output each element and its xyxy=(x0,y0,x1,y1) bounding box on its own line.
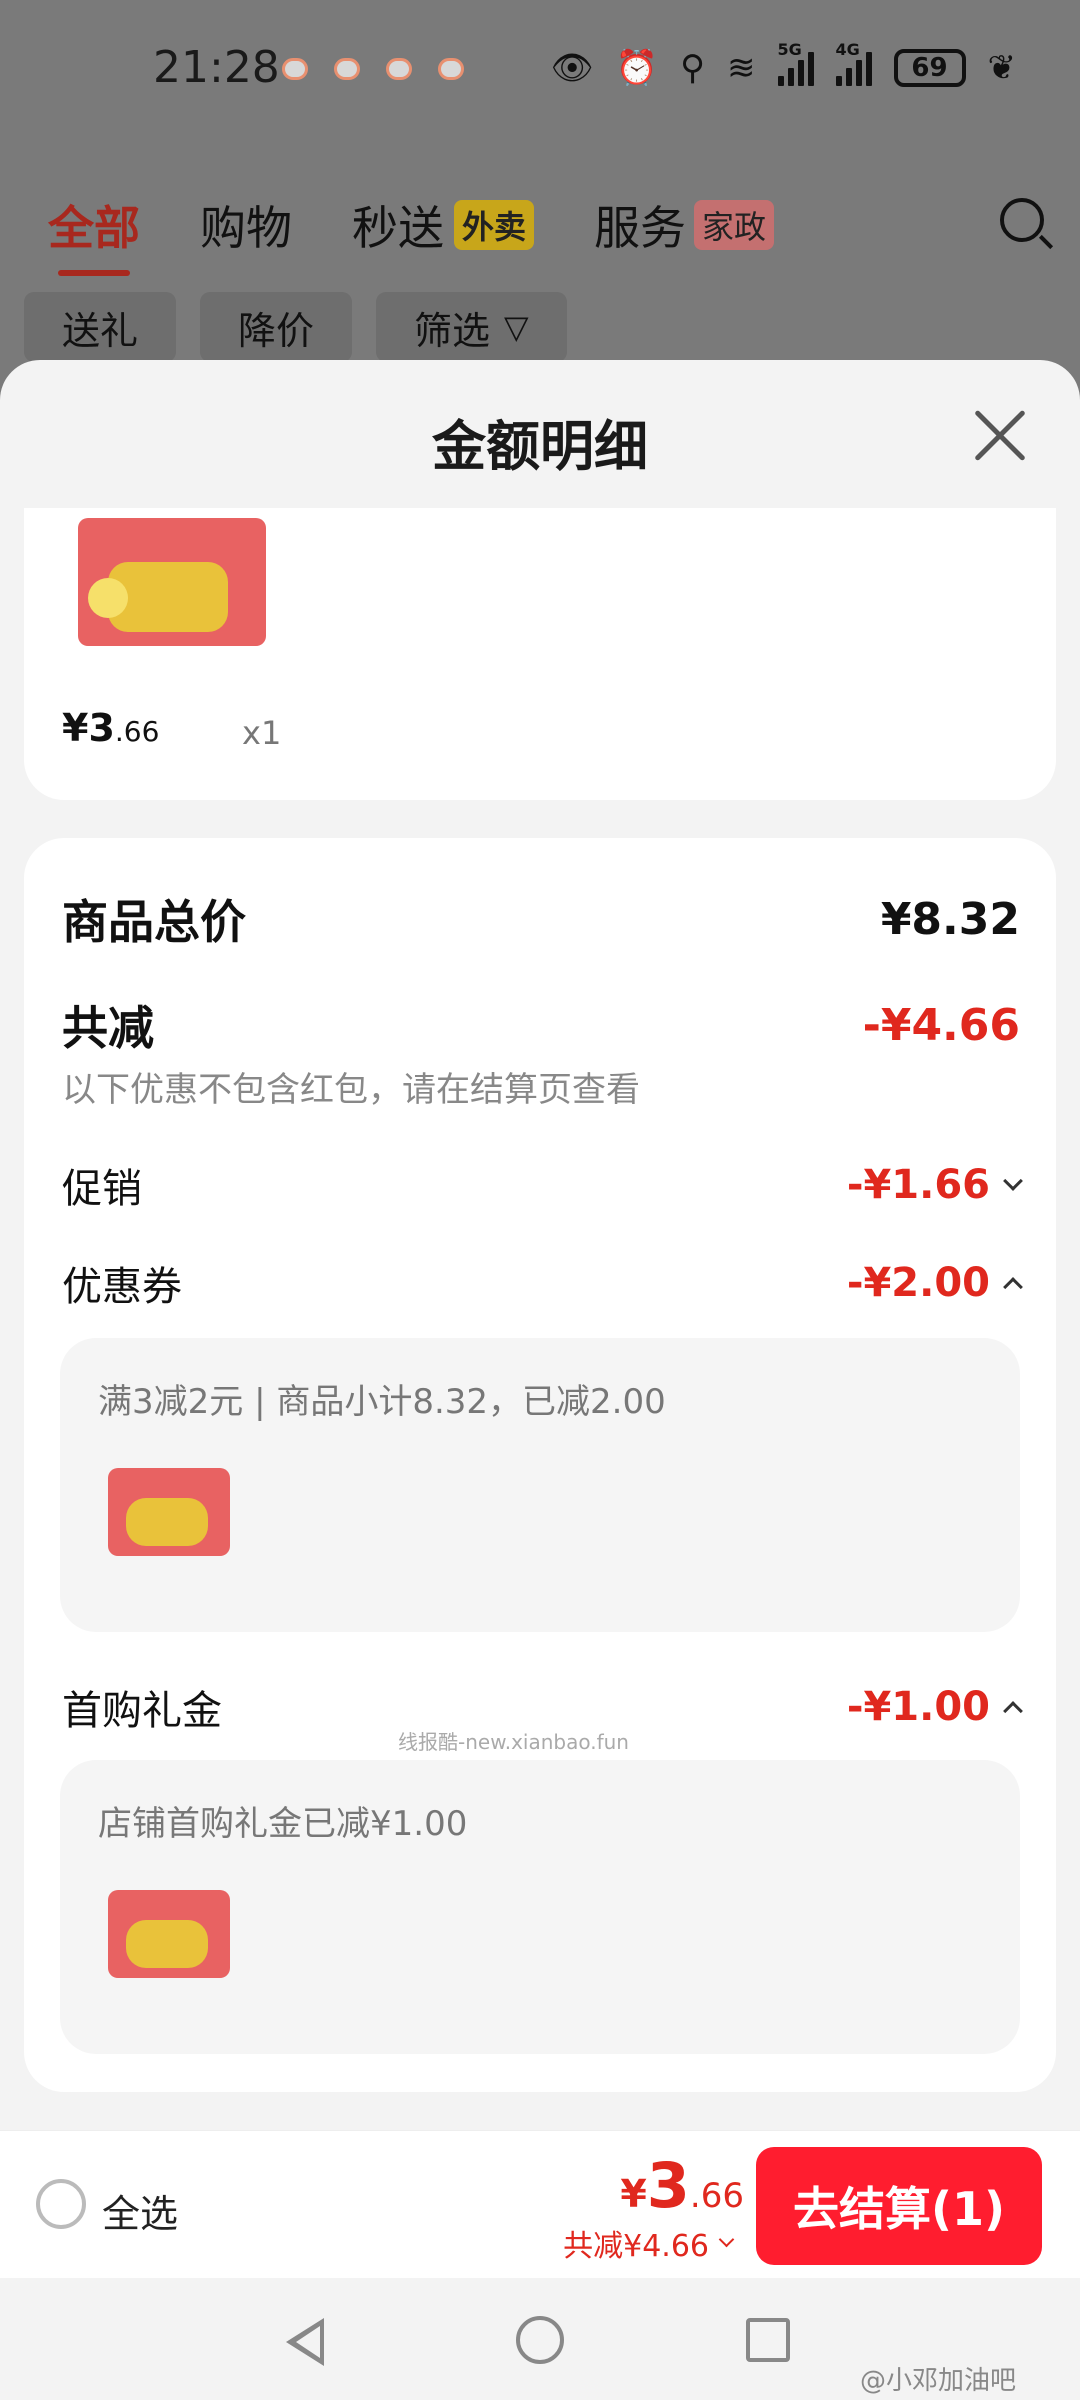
coupon-detail-box: 满3减2元 | 商品小计8.32，已减2.00 xyxy=(60,1338,1020,1632)
close-icon[interactable] xyxy=(972,408,1028,464)
chevron-down-icon xyxy=(718,2231,735,2247)
app-notification-icon xyxy=(438,58,464,80)
tab-instant-delivery[interactable]: 秒送 外卖 xyxy=(352,192,535,258)
tab-services[interactable]: 服务 家政 xyxy=(594,192,775,258)
tab-shopping[interactable]: 购物 xyxy=(200,192,292,258)
image-credit: @小邓加油吧 xyxy=(860,2366,1017,2396)
select-all-label[interactable]: 全选 xyxy=(102,2183,178,2238)
payable-total: ¥3.66 xyxy=(620,2149,744,2222)
gift-value: -¥1.00 xyxy=(846,1684,990,1730)
coupon-product-thumbnail xyxy=(108,1468,230,1556)
coupon-description: 满3减2元 | 商品小计8.32，已减2.00 xyxy=(98,1382,666,1422)
status-bar: 21:28 👁 ⏰ ⚲ ≋ 5G 4G 69 ❦ xyxy=(0,0,1080,150)
chip-filter[interactable]: 筛选 ▽ xyxy=(376,292,567,362)
notification-icons xyxy=(282,58,464,80)
discount-value: -¥4.66 xyxy=(862,999,1020,1051)
chip-price-drop[interactable]: 降价 xyxy=(200,292,353,362)
total-price-row: 商品总价 ¥8.32 xyxy=(62,886,1020,952)
status-time: 21:28 xyxy=(153,42,280,93)
discount-label: 共减 xyxy=(62,1001,154,1055)
leaf-icon: ❦ xyxy=(987,48,1017,88)
location-icon: ⚲ xyxy=(680,48,705,88)
promo-value: -¥1.66 xyxy=(846,1162,990,1208)
gift-detail-box: 店铺首购礼金已减¥1.00 xyxy=(60,1760,1020,2054)
coupon-value: -¥2.00 xyxy=(846,1260,990,1306)
battery-icon: 69 xyxy=(893,49,966,87)
housekeeping-tag: 家政 xyxy=(694,200,775,250)
alarm-icon: ⏰ xyxy=(615,48,659,88)
chevron-down-icon[interactable] xyxy=(1003,1171,1023,1191)
app-notification-icon xyxy=(386,58,412,80)
tab-all[interactable]: 全部 xyxy=(48,192,140,276)
product-image[interactable] xyxy=(78,518,266,646)
wifi-icon: ≋ xyxy=(727,48,756,88)
filter-chips: 送礼 降价 筛选 ▽ xyxy=(24,292,567,362)
gift-label: 首购礼金 xyxy=(62,1688,222,1734)
total-price-value: ¥8.32 xyxy=(880,893,1020,945)
app-notification-icon xyxy=(334,58,360,80)
takeout-tag: 外卖 xyxy=(454,200,535,250)
app-notification-icon xyxy=(282,58,308,80)
product-card: ¥3.66 x1 xyxy=(24,508,1056,800)
search-icon[interactable] xyxy=(1000,198,1044,242)
product-price: ¥3.66 xyxy=(62,706,160,750)
watermark: 线报酷-new.xianbao.fun xyxy=(398,1730,629,1754)
total-price-label: 商品总价 xyxy=(62,895,246,949)
checkout-bar: 全选 ¥3.66 共减¥4.66 去结算(1) xyxy=(0,2130,1080,2278)
chevron-up-icon[interactable] xyxy=(1003,1701,1023,1721)
select-all-radio[interactable] xyxy=(36,2179,86,2229)
signal-5g-icon: 5G xyxy=(777,40,814,86)
filter-icon: ▽ xyxy=(504,308,529,346)
home-icon[interactable] xyxy=(516,2316,564,2364)
promo-row[interactable]: 促销 -¥1.66 xyxy=(62,1156,1023,1214)
sheet-title: 金额明细 xyxy=(432,415,648,478)
gift-product-thumbnail xyxy=(108,1890,230,1978)
product-quantity: x1 xyxy=(242,714,282,752)
discount-row: 共减 -¥4.66 xyxy=(62,992,1020,1058)
recent-apps-icon[interactable] xyxy=(746,2318,790,2362)
eye-icon: 👁 xyxy=(550,48,594,88)
system-icons: 👁 ⏰ ⚲ ≋ 5G 4G 69 ❦ xyxy=(550,40,1017,88)
signal-4g-icon: 4G xyxy=(835,40,872,86)
checkout-button[interactable]: 去结算(1) xyxy=(756,2147,1042,2265)
coupon-row[interactable]: 优惠券 -¥2.00 xyxy=(62,1254,1023,1312)
price-detail-card: 商品总价 ¥8.32 共减 -¥4.66 以下优惠不包含红包，请在结算页查看 促… xyxy=(24,838,1056,2092)
amount-detail-sheet: 金额明细 ¥3.66 x1 商品总价 ¥8.32 共减 -¥4.66 以下优惠不… xyxy=(0,360,1080,2400)
category-tabs: 全部 购物 秒送 外卖 服务 家政 xyxy=(48,192,834,276)
coupon-label: 优惠券 xyxy=(62,1264,182,1310)
back-icon[interactable] xyxy=(286,2318,324,2366)
total-discount-toggle[interactable]: 共减¥4.66 xyxy=(563,2221,735,2265)
chip-gift[interactable]: 送礼 xyxy=(24,292,177,362)
promo-label: 促销 xyxy=(62,1166,142,1212)
gift-description: 店铺首购礼金已减¥1.00 xyxy=(98,1804,468,1844)
chevron-up-icon[interactable] xyxy=(1003,1277,1023,1297)
discount-note: 以下优惠不包含红包，请在结算页查看 xyxy=(62,1070,640,1110)
